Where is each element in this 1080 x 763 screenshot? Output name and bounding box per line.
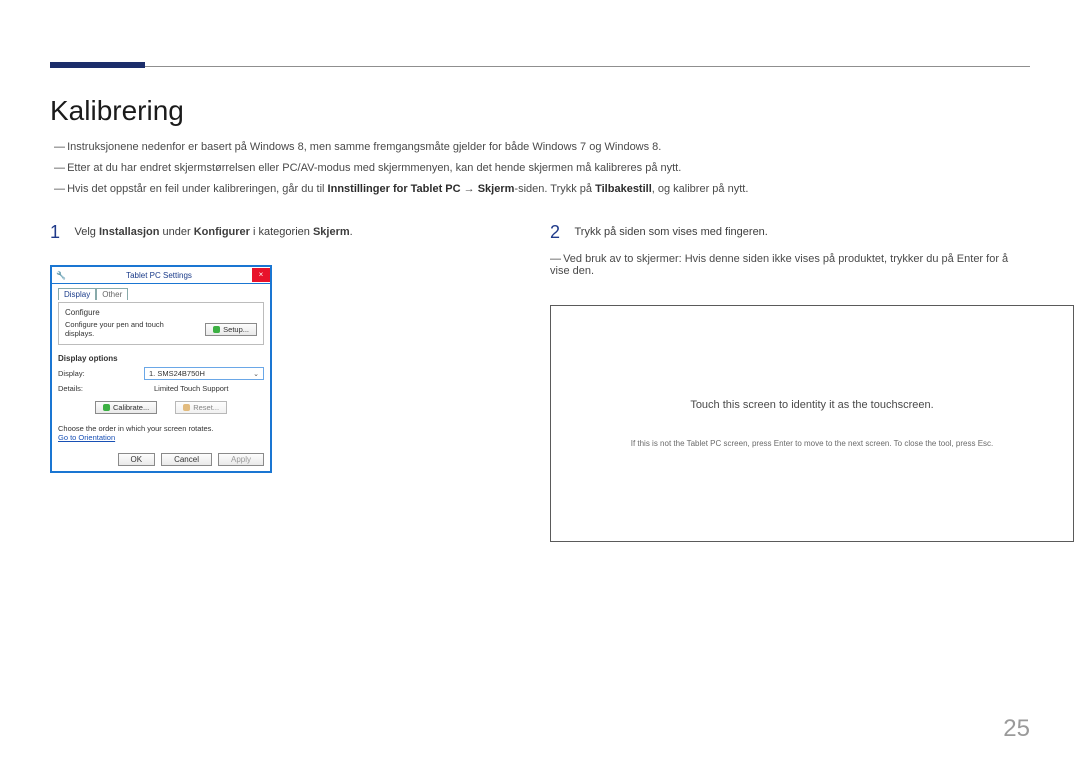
- dialog-tabs: DisplayOther: [58, 288, 264, 300]
- intro-line-1: ― Instruksjonene nedenfor er basert på W…: [54, 138, 1025, 158]
- intro-3c: -siden. Trykk på: [514, 183, 595, 195]
- intro-2-text: Etter at du har endret skjermstørrelsen …: [67, 162, 681, 174]
- setup-label: Setup...: [223, 325, 249, 334]
- step1-mid2: i kategorien: [250, 226, 313, 238]
- intro-3b2: Skjerm: [478, 183, 515, 195]
- touchscreen-prompt: Touch this screen to identity it as the …: [550, 305, 1074, 542]
- tablet-pc-settings-dialog: 🔧 Tablet PC Settings × DisplayOther Conf…: [50, 265, 272, 473]
- dialog-body: DisplayOther Configure Configure your pe…: [52, 284, 270, 448]
- intro-3b3: Tilbakestill: [595, 183, 652, 195]
- display-select[interactable]: 1. SMS24B750H ⌄: [144, 367, 264, 380]
- step1-mid1: under: [159, 226, 193, 238]
- apply-button[interactable]: Apply: [218, 453, 264, 466]
- display-label: Display:: [58, 369, 85, 378]
- configure-group: Configure Configure your pen and touch d…: [58, 302, 264, 345]
- configure-desc: Configure your pen and touch displays.: [65, 320, 175, 338]
- dialog-titlebar[interactable]: 🔧 Tablet PC Settings ×: [52, 267, 270, 284]
- step-2-text: Trykk på siden som vises med fingeren.: [574, 222, 767, 242]
- step-2-number: 2: [550, 222, 560, 243]
- step1-b3: Skjerm: [313, 226, 350, 238]
- step-2: 2 Trykk på siden som vises med fingeren.…: [550, 222, 1030, 542]
- reset-button[interactable]: Reset...: [175, 401, 227, 414]
- step-1: 1 Velg Installasjon under Konfigurer i k…: [50, 222, 520, 473]
- calibrate-row: Calibrate... Reset...: [58, 401, 264, 414]
- display-value: 1. SMS24B750H: [149, 369, 205, 378]
- setup-icon: [213, 326, 220, 333]
- dash-icon: ―: [54, 159, 64, 179]
- dialog-title: Tablet PC Settings: [126, 271, 192, 280]
- details-row: Details: Limited Touch Support: [58, 384, 264, 393]
- intro-3d: , og kalibrer på nytt.: [652, 183, 749, 195]
- ok-button[interactable]: OK: [118, 453, 156, 466]
- page: Kalibrering ― Instruksjonene nedenfor er…: [0, 0, 1080, 763]
- tab-display[interactable]: Display: [58, 288, 96, 300]
- top-rule-accent: [50, 62, 145, 68]
- intro-line-3: ― Hvis det oppstår en feil under kalibre…: [54, 180, 1025, 200]
- display-options-label: Display options: [58, 354, 264, 363]
- intro-3a: Hvis det oppstår en feil under kalibreri…: [67, 183, 327, 195]
- section-title: Kalibrering: [50, 95, 184, 127]
- rotate-text: Choose the order in which your screen ro…: [58, 424, 264, 433]
- step-2-note-text: Ved bruk av to skjermer: Hvis denne side…: [550, 253, 1008, 277]
- top-rule: [50, 66, 1030, 67]
- calibrate-button[interactable]: Calibrate...: [95, 401, 157, 414]
- intro-3arrow: →: [461, 183, 478, 195]
- orientation-link[interactable]: Go to Orientation: [58, 433, 264, 442]
- dash-icon: ―: [54, 138, 64, 158]
- step-2-head: 2 Trykk på siden som vises med fingeren.: [550, 222, 1030, 243]
- chevron-down-icon: ⌄: [253, 370, 259, 378]
- step-1-text: Velg Installasjon under Konfigurer i kat…: [74, 222, 352, 242]
- configure-row: Configure your pen and touch displays. S…: [65, 320, 257, 338]
- calibrate-icon: [103, 404, 110, 411]
- close-button[interactable]: ×: [252, 268, 270, 282]
- setup-button[interactable]: Setup...: [205, 323, 257, 336]
- dash-icon: ―: [54, 180, 64, 200]
- tab-other[interactable]: Other: [96, 288, 128, 300]
- details-value: Limited Touch Support: [154, 384, 264, 393]
- dash-icon: ―: [550, 253, 560, 265]
- dialog-icon: 🔧: [56, 271, 66, 280]
- details-label: Details:: [58, 384, 83, 393]
- step-2-note: ― Ved bruk av to skjermer: Hvis denne si…: [550, 253, 1030, 277]
- dialog-footer: OK Cancel Apply: [52, 448, 270, 471]
- intro-3b1: Innstillinger for Tablet PC: [328, 183, 461, 195]
- step1-post: .: [350, 226, 353, 238]
- intro-1-text: Instruksjonene nedenfor er basert på Win…: [67, 141, 661, 153]
- configure-label: Configure: [65, 308, 257, 317]
- touchscreen-main-text: Touch this screen to identity it as the …: [690, 399, 933, 411]
- step-1-number: 1: [50, 222, 60, 243]
- reset-icon: [183, 404, 190, 411]
- display-options-group: Display options Display: 1. SMS24B750H ⌄…: [58, 349, 264, 420]
- intro-line-2: ― Etter at du har endret skjermstørrelse…: [54, 159, 1025, 179]
- cancel-button[interactable]: Cancel: [161, 453, 212, 466]
- step1-b1: Installasjon: [99, 226, 160, 238]
- step1-b2: Konfigurer: [194, 226, 250, 238]
- display-row: Display: 1. SMS24B750H ⌄: [58, 367, 264, 380]
- step1-pre: Velg: [74, 226, 98, 238]
- touchscreen-sub-text: If this is not the Tablet PC screen, pre…: [631, 439, 994, 448]
- page-number: 25: [1003, 715, 1030, 743]
- calibrate-label: Calibrate...: [113, 403, 149, 412]
- intro-block: ― Instruksjonene nedenfor er basert på W…: [54, 138, 1025, 200]
- reset-label: Reset...: [193, 403, 219, 412]
